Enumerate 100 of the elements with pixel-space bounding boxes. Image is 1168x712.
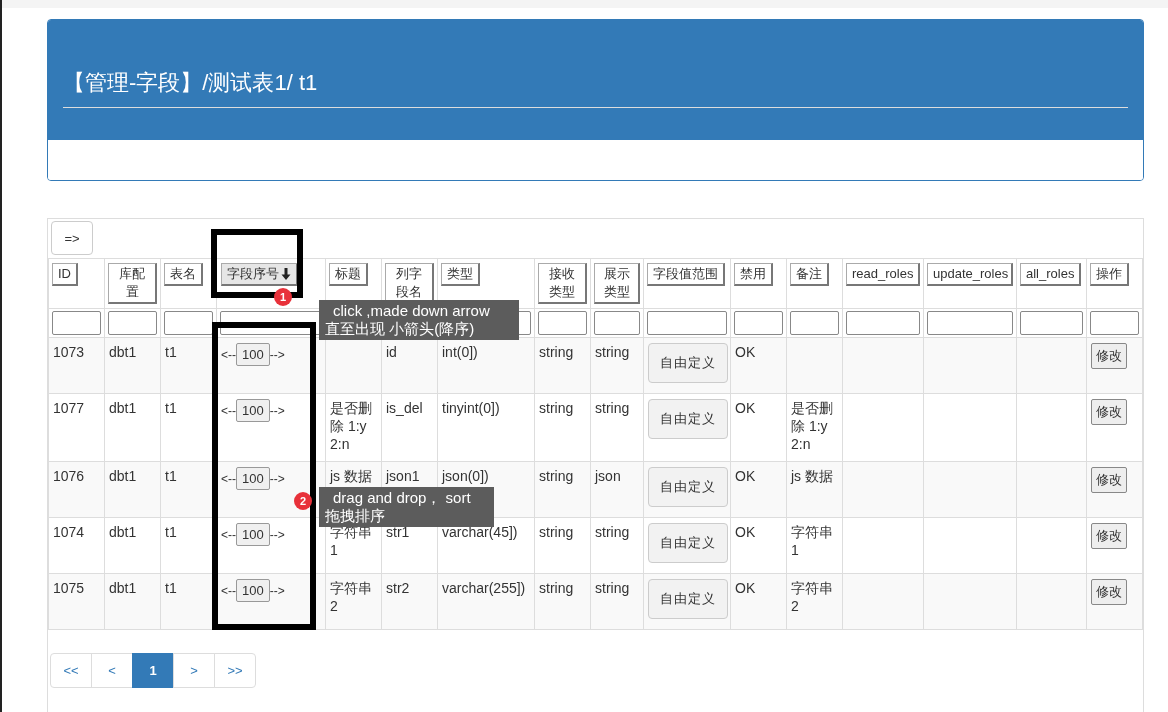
table-cell-text: OK xyxy=(735,399,757,417)
filter-field[interactable] xyxy=(108,311,157,335)
column-header-button[interactable]: 类型 xyxy=(441,263,480,286)
table-cell-text: 1073 xyxy=(53,343,86,361)
table-cell-text: OK xyxy=(735,523,757,541)
move-up-text: <-- xyxy=(221,402,236,420)
table-cell-text: 1076 xyxy=(53,467,86,485)
edit-button[interactable]: 修改 xyxy=(1091,399,1127,425)
table-cell-text: json xyxy=(595,467,622,485)
table-cell-text: js 数据 xyxy=(791,467,834,485)
range-button[interactable]: 自由定义 xyxy=(648,523,728,563)
table-cell-text: json(0]) xyxy=(442,467,490,485)
filter-field[interactable] xyxy=(1020,311,1083,335)
filter-field[interactable] xyxy=(538,311,587,335)
table-cell-text: string xyxy=(595,399,631,417)
table-cell-text: string xyxy=(595,523,631,541)
table-cell-text: 是否删除 1:y 2:n xyxy=(330,399,373,453)
toggle-button[interactable]: => xyxy=(51,221,93,255)
filter-field[interactable] xyxy=(594,311,640,335)
filter-field[interactable] xyxy=(164,311,213,335)
step-badge: 1 xyxy=(274,288,292,306)
column-header-button[interactable]: 标题 xyxy=(329,263,368,286)
move-down-text: --> xyxy=(269,470,285,488)
column-header-button[interactable]: 表名 xyxy=(164,263,203,286)
column-header-button[interactable]: 字段值范围 xyxy=(647,263,725,286)
column-header-button[interactable]: 字段序号 xyxy=(221,263,298,286)
table-cell-text: OK xyxy=(735,467,757,485)
table-cell-text: varchar(255]) xyxy=(442,579,527,597)
page-title: 【管理-字段】/测试表1/ t1 xyxy=(63,69,319,97)
column-header-button[interactable]: 接收类型 xyxy=(538,263,587,304)
page-button[interactable]: > xyxy=(173,653,215,688)
edit-button[interactable]: 修改 xyxy=(1091,523,1127,549)
table-cell-text: is_del xyxy=(386,399,424,417)
filter-field[interactable] xyxy=(927,311,1013,335)
filter-field[interactable] xyxy=(647,311,727,335)
table-cell-text: 是否删除 1:y 2:n xyxy=(791,399,834,453)
table-cell-text: dbt1 xyxy=(109,399,138,417)
move-up-text: <-- xyxy=(221,526,236,544)
table-cell-text: dbt1 xyxy=(109,343,138,361)
table-cell-text: str1 xyxy=(386,523,411,541)
column-header-button[interactable]: update_roles xyxy=(927,263,1013,286)
table-cell-text: tinyint(0]) xyxy=(442,399,501,417)
filter-field[interactable] xyxy=(52,311,101,335)
order-button[interactable]: 100 xyxy=(236,523,270,546)
table-cell-text: dbt1 xyxy=(109,523,138,541)
range-button[interactable]: 自由定义 xyxy=(648,343,728,383)
order-button[interactable]: 100 xyxy=(236,467,270,490)
table-cell-text: int(0]) xyxy=(442,343,479,361)
table-cell-text: t1 xyxy=(165,523,178,541)
page-button[interactable]: << xyxy=(50,653,92,688)
order-button[interactable]: 100 xyxy=(236,343,270,366)
column-header-button[interactable]: read_roles xyxy=(846,263,920,286)
table-cell-text: 1077 xyxy=(53,399,86,417)
table-cell-text: 字符串 1 xyxy=(791,523,834,559)
range-button[interactable]: 自由定义 xyxy=(648,399,728,439)
table-cell-text: js 数据 xyxy=(330,467,373,485)
edit-button[interactable]: 修改 xyxy=(1091,467,1127,493)
column-header-button[interactable]: 禁用 xyxy=(734,263,773,286)
table-cell-text: OK xyxy=(735,579,757,597)
move-up-text: <-- xyxy=(221,470,236,488)
table-cell-text: t1 xyxy=(165,579,178,597)
filter-field[interactable] xyxy=(734,311,783,335)
table-cell-text: id xyxy=(386,343,398,361)
table-cell-text: varchar(45]) xyxy=(442,523,519,541)
filter-field[interactable] xyxy=(1090,311,1139,335)
table-cell-text: dbt1 xyxy=(109,579,138,597)
order-button[interactable]: 100 xyxy=(236,399,270,422)
tooltip-text: 直至出现 小箭头(降序) xyxy=(325,320,475,338)
table-cell-text: string xyxy=(595,579,631,597)
edit-button[interactable]: 修改 xyxy=(1091,579,1127,605)
page-button[interactable]: < xyxy=(91,653,133,688)
move-down-text: --> xyxy=(269,346,285,364)
table-cell-text: t1 xyxy=(165,399,178,417)
order-button[interactable]: 100 xyxy=(236,579,270,602)
column-header-button[interactable]: all_roles xyxy=(1020,263,1082,286)
column-header-button[interactable]: 备注 xyxy=(790,263,829,286)
page-button[interactable]: >> xyxy=(214,653,256,688)
table-cell-text: 字符串 2 xyxy=(791,579,834,615)
range-button[interactable]: 自由定义 xyxy=(648,467,728,507)
filter-field[interactable] xyxy=(846,311,920,335)
column-header-button[interactable]: 展示类型 xyxy=(594,263,640,304)
tooltip-text: drag and drop， sort xyxy=(333,489,471,507)
table-cell-text: 1075 xyxy=(53,579,86,597)
table-cell-text: t1 xyxy=(165,467,178,485)
move-down-text: --> xyxy=(269,402,285,420)
range-button[interactable]: 自由定义 xyxy=(648,579,728,619)
table-cell-text: string xyxy=(539,523,575,541)
table-cell-text: str2 xyxy=(386,579,411,597)
table-cell-text: string xyxy=(539,467,575,485)
filter-field[interactable] xyxy=(790,311,839,335)
move-down-text: --> xyxy=(269,582,285,600)
move-down-text: --> xyxy=(269,526,285,544)
table-cell-text: 1074 xyxy=(53,523,86,541)
table-cell-text: string xyxy=(539,399,575,417)
table-cell-text: 字符串 2 xyxy=(330,579,373,615)
edit-button[interactable]: 修改 xyxy=(1091,343,1127,369)
column-header-button[interactable]: 库配置 xyxy=(108,263,157,304)
column-header-button[interactable]: ID xyxy=(52,263,78,286)
page-button[interactable]: 1 xyxy=(132,653,174,688)
column-header-button[interactable]: 操作 xyxy=(1090,263,1129,286)
